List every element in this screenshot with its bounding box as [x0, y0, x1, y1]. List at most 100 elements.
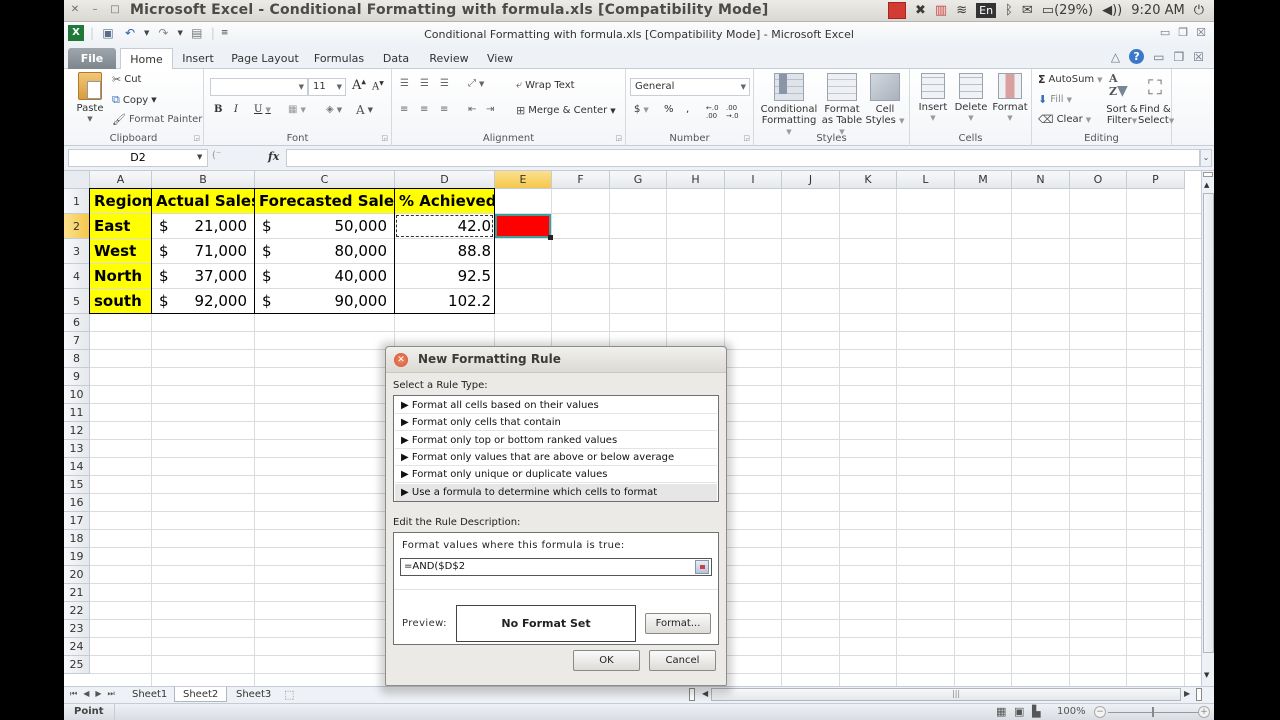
increase-decimal-button[interactable]: ←.0.00	[706, 104, 719, 120]
format-dropdown-icon[interactable]: ▼	[990, 113, 1030, 124]
tab-view[interactable]: View	[478, 48, 522, 69]
italic-button[interactable]: I	[234, 104, 238, 115]
grow-font-button[interactable]: A▲	[352, 78, 366, 93]
workbook-restore-icon[interactable]: ❐	[1173, 50, 1184, 64]
tab-insert[interactable]: Insert	[176, 48, 220, 69]
column-header-j[interactable]: J	[782, 171, 840, 189]
minimize-ribbon-icon[interactable]: △	[1111, 50, 1120, 64]
actual-sales-cell[interactable]: $71,000	[152, 239, 254, 263]
tab-page-layout[interactable]: Page Layout	[224, 48, 306, 69]
shrink-font-button[interactable]: A▼	[372, 80, 384, 92]
center-button[interactable]: ≡	[420, 104, 428, 115]
header-cell[interactable]: Actual Sales	[152, 189, 254, 213]
sheet-tab-3[interactable]: Sheet3	[228, 687, 279, 702]
cell-styles-button[interactable]: Cell Styles ▼	[864, 73, 906, 127]
vertical-scroll-thumb[interactable]	[1203, 193, 1214, 653]
borders-dropdown-icon[interactable]: ▼	[300, 106, 305, 114]
paste-dropdown-icon[interactable]: ▼	[70, 114, 110, 125]
close-window-icon[interactable]: ✕	[68, 3, 82, 17]
row-header-23[interactable]: 23	[64, 620, 90, 638]
font-launcher-icon[interactable]: ◲	[381, 134, 388, 142]
row-header-1[interactable]: 1	[64, 189, 90, 214]
workbook-minimize-icon[interactable]: ▭	[1153, 50, 1164, 64]
bottom-align-button[interactable]: ☰	[440, 78, 449, 89]
minimize-icon[interactable]: ▭	[1160, 26, 1170, 39]
clock[interactable]: 9:20 AM	[1131, 3, 1184, 18]
row-header-25[interactable]: 25	[64, 656, 90, 674]
tools-icon[interactable]: ✖	[915, 3, 926, 18]
row-header-8[interactable]: 8	[64, 350, 90, 368]
cut-button[interactable]: ✂ Cut	[112, 73, 141, 86]
zoom-level[interactable]: 100%	[1057, 706, 1086, 717]
insert-sheet-icon[interactable]: ⬚	[284, 688, 294, 701]
header-cell[interactable]: % Achieved	[395, 189, 494, 213]
font-size-combo[interactable]: 11 ▼	[308, 78, 346, 96]
scroll-right-icon[interactable]: ▶	[1184, 689, 1190, 698]
split-handle[interactable]	[1203, 172, 1213, 177]
select-all-button[interactable]	[64, 171, 90, 189]
row-header-5[interactable]: 5	[64, 289, 90, 314]
name-box[interactable]: D2	[68, 149, 208, 167]
dialog-titlebar[interactable]: ✕ New Formatting Rule	[386, 347, 726, 373]
column-header-h[interactable]: H	[667, 171, 725, 189]
column-header-e[interactable]: E	[495, 171, 552, 189]
column-header-m[interactable]: M	[955, 171, 1012, 189]
row-header-2[interactable]: 2	[64, 214, 90, 239]
zoom-out-icon[interactable]: −	[1094, 706, 1106, 718]
region-cell[interactable]: south	[90, 289, 151, 313]
row-header-19[interactable]: 19	[64, 548, 90, 566]
column-header-i[interactable]: I	[725, 171, 782, 189]
row-header-20[interactable]: 20	[64, 566, 90, 584]
sheet-tab-1[interactable]: Sheet1	[124, 687, 175, 702]
forecast-sales-cell[interactable]: $50,000	[255, 214, 394, 238]
scroll-down-icon[interactable]: ▼	[1204, 671, 1209, 679]
rule-type-item[interactable]: ▶ Format only values that are above or b…	[395, 449, 717, 466]
currency-dropdown-icon[interactable]: ▼	[643, 106, 648, 114]
bold-button[interactable]: B	[214, 104, 222, 115]
format-cells-button[interactable]: Format ▼	[990, 73, 1030, 124]
percent-achieved-cell[interactable]: 88.8	[395, 239, 494, 263]
delete-cells-button[interactable]: Delete ▼	[952, 73, 990, 124]
delete-dropdown-icon[interactable]: ▼	[952, 113, 990, 124]
top-align-button[interactable]: ☰	[400, 78, 409, 89]
row-header-3[interactable]: 3	[64, 239, 90, 264]
actual-sales-cell[interactable]: $92,000	[152, 289, 254, 313]
column-header-d[interactable]: D	[395, 171, 495, 189]
font-color-button[interactable]: A ▼	[356, 103, 373, 117]
orientation-dropdown-icon[interactable]: ▼	[479, 80, 484, 88]
format-as-table-button[interactable]: Format as Table ▼	[820, 73, 864, 138]
decrease-decimal-button[interactable]: .00 →.0	[726, 104, 739, 120]
tab-file[interactable]: File	[68, 48, 116, 69]
insert-cells-button[interactable]: Insert ▼	[914, 73, 952, 124]
row-header-24[interactable]: 24	[64, 638, 90, 656]
zoom-in-icon[interactable]: +	[1198, 706, 1210, 718]
column-header-k[interactable]: K	[840, 171, 897, 189]
alignment-launcher-icon[interactable]: ◲	[615, 134, 622, 142]
insert-function-icon[interactable]: fx	[268, 150, 279, 163]
row-header-11[interactable]: 11	[64, 404, 90, 422]
row-header-4[interactable]: 4	[64, 264, 90, 289]
format-button[interactable]: Format...	[645, 613, 711, 634]
row-header-14[interactable]: 14	[64, 458, 90, 476]
merge-center-button[interactable]: ⊞ Merge & Center ▼	[516, 104, 616, 117]
battery-indicator[interactable]: ▭(29%)	[1042, 3, 1093, 18]
conditional-formatting-button[interactable]: Conditional Formatting ▼	[758, 73, 820, 138]
underline-button[interactable]: U ▼	[254, 104, 271, 115]
row-header-15[interactable]: 15	[64, 476, 90, 494]
align-right-button[interactable]: ≡	[440, 104, 448, 115]
row-header-6[interactable]: 6	[64, 314, 90, 332]
formula-input[interactable]	[286, 149, 1200, 167]
column-header-g[interactable]: G	[610, 171, 667, 189]
keyboard-layout-indicator[interactable]: En	[976, 3, 997, 18]
scroll-up-icon[interactable]: ▲	[1204, 181, 1209, 189]
sheet-nav-buttons[interactable]: ⏮◀▶⏭	[70, 689, 121, 699]
font-color-dropdown-icon[interactable]: ▼	[368, 106, 373, 114]
row-header-21[interactable]: 21	[64, 584, 90, 602]
row-header-13[interactable]: 13	[64, 440, 90, 458]
close-icon[interactable]: ☒	[1196, 26, 1206, 39]
trash-icon[interactable]: ▥	[935, 3, 947, 18]
column-header-b[interactable]: B	[152, 171, 255, 189]
power-icon[interactable]: ⏻	[1194, 3, 1204, 18]
copy-dropdown-icon[interactable]: ▼	[151, 96, 156, 104]
record-indicator-icon[interactable]	[888, 2, 907, 19]
